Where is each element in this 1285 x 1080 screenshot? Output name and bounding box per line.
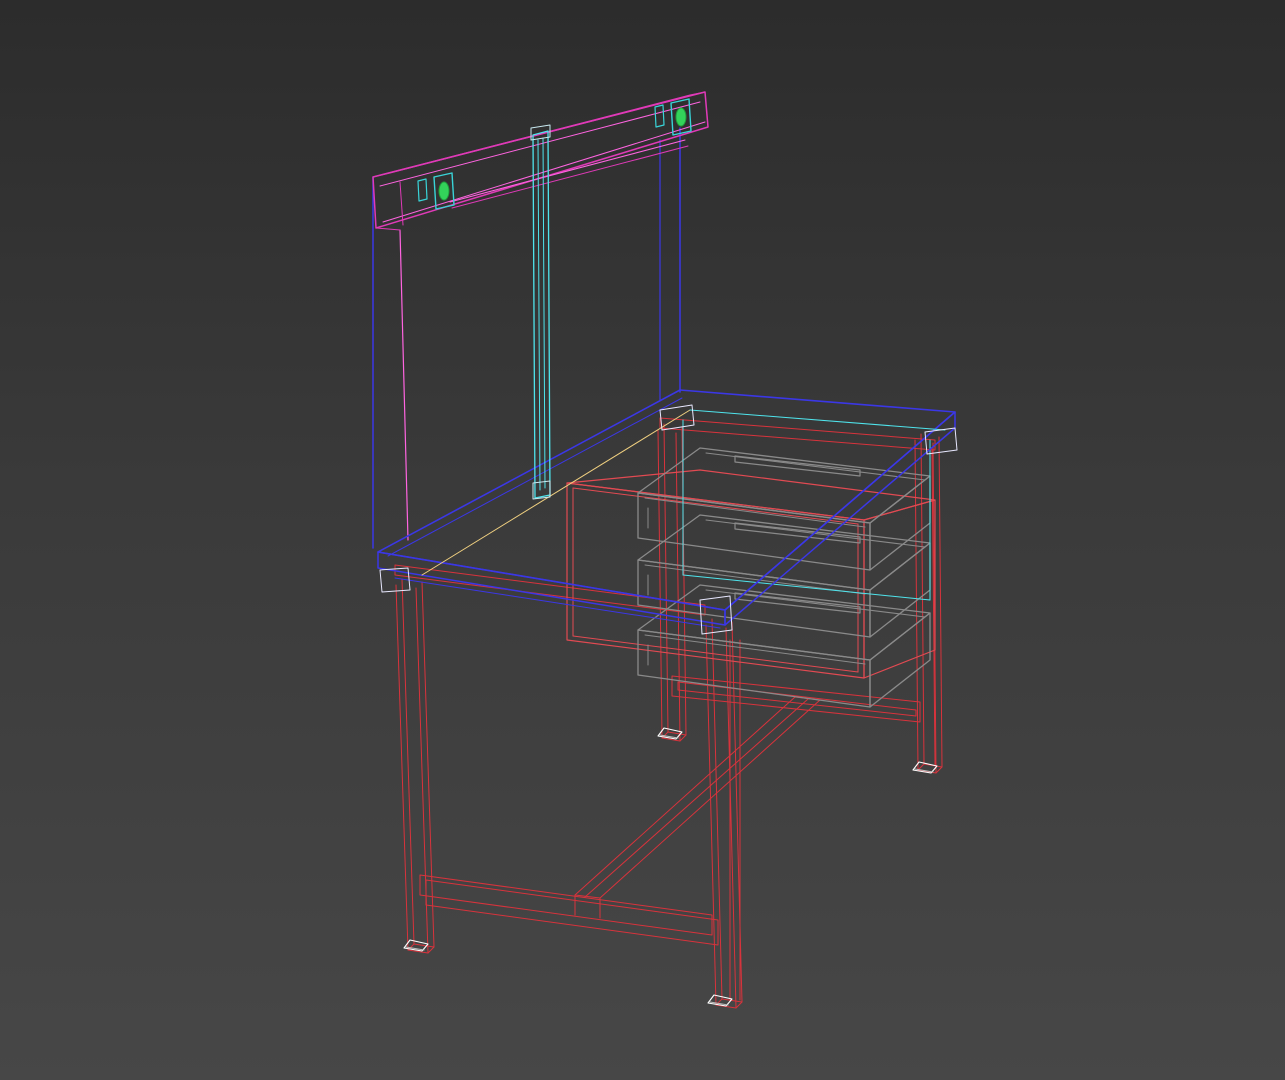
feet: [403, 727, 938, 1007]
lamp-left-light: [438, 181, 450, 201]
stretcher-front-inner: [425, 879, 719, 946]
drawer-2-top: [637, 514, 931, 591]
top-rail-lower-2: [451, 145, 689, 209]
leg-front-right-edge-0: [705, 624, 717, 1006]
leg-front-left-edge-2: [421, 581, 435, 948]
apron-back: [659, 417, 936, 451]
drawer-unit: [566, 419, 936, 708]
top-rail-line-2: [382, 121, 706, 223]
back-panel: [372, 91, 709, 549]
top-rail-corner: [375, 227, 401, 231]
lamp-right-mount: [654, 104, 665, 128]
top-rail-lower: [449, 139, 686, 203]
drawer-3-front: [637, 629, 871, 708]
lamp-right-light: [675, 107, 687, 127]
worktop-accent: [421, 409, 691, 576]
stretcher-front: [419, 874, 713, 936]
leg-front-left-bottom: [407, 943, 435, 954]
top-rail-top: [372, 91, 706, 178]
leg-back-left-edge-1: [675, 432, 681, 742]
support-bar-inner-2: [542, 137, 546, 489]
support-bar-inner: [537, 139, 541, 491]
drawer-2-front: [637, 559, 871, 638]
drawer-1-inner: [644, 497, 866, 528]
drawer-box-inner-top: [572, 487, 859, 525]
stretcher-center-mid: [584, 698, 809, 898]
support-bar: [530, 124, 551, 500]
wireframe-scene: [372, 91, 958, 1009]
worktop-front-edge: [377, 551, 726, 626]
worktop-back-cyan: [689, 409, 946, 431]
workbench-frame: [394, 417, 943, 1009]
lamp-right: [654, 98, 692, 136]
leg-front-left-edge-0: [395, 584, 409, 951]
leg-front-right-edge-1: [725, 627, 737, 1009]
top-rail-end: [399, 181, 404, 226]
lamp-left-mount: [417, 178, 428, 202]
drawer-box-inner-bottom: [572, 635, 859, 673]
top-rail-front: [372, 91, 709, 229]
3d-viewport[interactable]: [0, 0, 1285, 1080]
leg-back-right-edge-0: [914, 439, 919, 771]
panel-left-inner: [399, 229, 409, 541]
drawer-box-front: [566, 482, 865, 679]
drawer-2-inner-top: [705, 519, 926, 548]
leg-back-left-edge-3: [663, 423, 669, 733]
leg-front-left-edge-3: [401, 578, 415, 945]
lamp-left: [417, 172, 455, 210]
stretcher-back: [671, 675, 921, 723]
leg-back-right-edge-2: [938, 436, 943, 768]
drawer-2-side: [869, 542, 931, 638]
drawer-1-top: [637, 447, 931, 524]
drawer-3-side: [869, 612, 931, 708]
leg-front-right-edge-3: [711, 618, 723, 1000]
leg-back-left-bottom: [661, 731, 687, 742]
drawer-1-side: [869, 475, 931, 571]
